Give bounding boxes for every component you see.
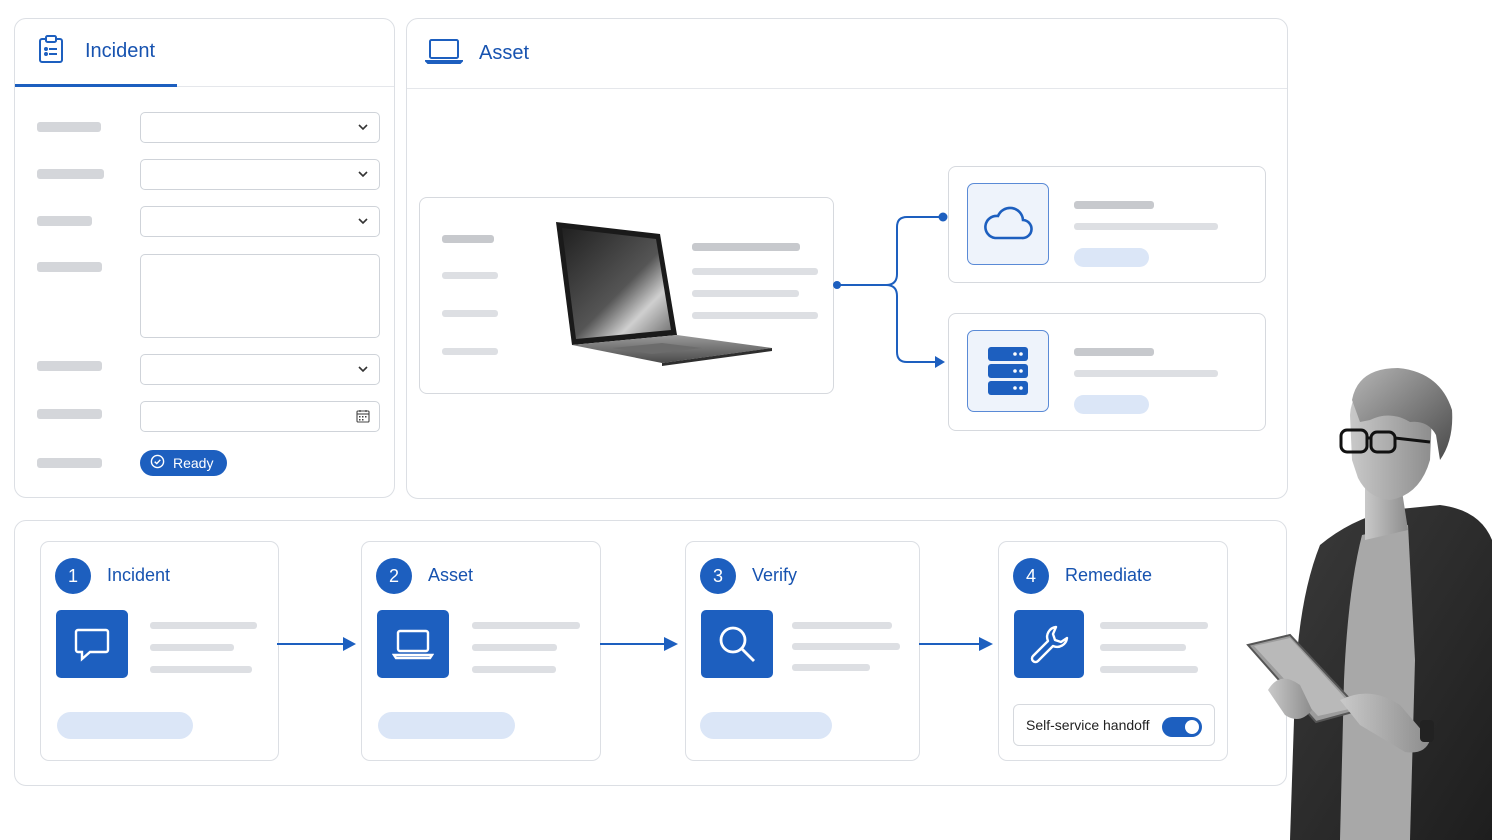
incident-date-field[interactable] — [140, 401, 380, 432]
self-service-handoff-toggle[interactable] — [1162, 717, 1202, 737]
text-placeholder — [692, 312, 818, 319]
chat-bubble-icon — [56, 610, 128, 678]
text-placeholder — [792, 664, 870, 671]
field-label-placeholder — [37, 169, 104, 179]
chevron-down-icon — [356, 119, 370, 140]
step-number: 4 — [1013, 558, 1049, 594]
tab-incident[interactable]: Incident — [15, 19, 177, 87]
text-placeholder — [1074, 223, 1218, 230]
text-placeholder — [150, 666, 252, 673]
toggle-label: Self-service handoff — [1026, 717, 1150, 733]
text-placeholder — [442, 235, 494, 243]
person-holding-tablet-photo — [1246, 368, 1492, 840]
check-circle-icon — [150, 454, 165, 472]
calendar-icon[interactable] — [356, 409, 370, 428]
step-number: 1 — [55, 558, 91, 594]
text-placeholder — [1100, 666, 1198, 673]
incident-tab-title: Incident — [85, 40, 156, 62]
step-title: Verify — [752, 565, 798, 585]
text-placeholder — [692, 243, 800, 251]
cloud-icon — [967, 183, 1049, 265]
text-placeholder — [442, 348, 498, 355]
device-card[interactable] — [419, 197, 834, 394]
action-placeholder — [700, 712, 832, 739]
tag-placeholder — [1074, 395, 1149, 414]
toggle-knob — [1185, 720, 1199, 734]
field-label-placeholder — [37, 262, 102, 272]
search-icon — [701, 610, 773, 678]
action-placeholder — [57, 712, 193, 739]
workflow-step-remediate[interactable]: 4 Remediate Self-service handoff — [998, 541, 1228, 761]
clipboard-icon — [37, 34, 65, 69]
text-placeholder — [1074, 201, 1154, 209]
incident-panel-header: Incident — [15, 19, 394, 87]
incident-select-2[interactable] — [140, 159, 380, 190]
field-label-placeholder — [37, 409, 102, 419]
text-placeholder — [692, 268, 818, 275]
text-placeholder — [472, 644, 557, 651]
status-badge: Ready — [140, 450, 227, 476]
incident-select-3[interactable] — [140, 206, 380, 237]
chevron-down-icon — [356, 166, 370, 187]
connector-lines — [833, 212, 948, 368]
incident-select-4[interactable] — [140, 354, 380, 385]
text-placeholder — [792, 622, 892, 629]
text-placeholder — [150, 644, 234, 651]
field-label-placeholder — [37, 122, 101, 132]
status-badge-label: Ready — [173, 455, 214, 471]
arrow-right-icon — [277, 637, 356, 651]
field-label-placeholder — [37, 216, 92, 226]
text-placeholder — [472, 666, 556, 673]
text-placeholder — [692, 290, 799, 297]
arrow-right-icon — [600, 637, 678, 651]
arrow-right-icon — [919, 637, 993, 651]
tag-placeholder — [1074, 248, 1149, 267]
cloud-asset-card[interactable] — [948, 166, 1266, 283]
chevron-down-icon — [356, 213, 370, 234]
step-title: Remediate — [1065, 565, 1153, 585]
server-icon — [967, 330, 1049, 412]
workflow-step-incident[interactable]: 1 Incident — [40, 541, 279, 761]
text-placeholder — [1074, 370, 1218, 377]
step-number: 2 — [376, 558, 412, 594]
text-placeholder — [442, 272, 498, 279]
laptop-icon — [377, 610, 449, 678]
asset-panel: Asset — [406, 18, 1288, 499]
workflow-step-verify[interactable]: 3 Verify — [685, 541, 920, 761]
server-asset-card[interactable] — [948, 313, 1266, 431]
wrench-icon — [1014, 610, 1084, 678]
workflow-panel: 1 Incident 2 Asset 3 Verify 4 Remediate … — [14, 520, 1287, 786]
text-placeholder — [442, 310, 498, 317]
self-service-handoff-row: Self-service handoff — [1013, 704, 1215, 746]
incident-panel: Incident Ready — [14, 18, 395, 498]
asset-panel-header: Asset — [407, 19, 1287, 89]
chevron-down-icon — [356, 361, 370, 382]
text-placeholder — [792, 643, 900, 650]
field-label-placeholder — [37, 361, 102, 371]
incident-description-textarea[interactable] — [140, 254, 380, 338]
text-placeholder — [1100, 622, 1208, 629]
action-placeholder — [378, 712, 515, 739]
text-placeholder — [472, 622, 580, 629]
laptop-icon — [423, 37, 465, 70]
text-placeholder — [1100, 644, 1186, 651]
asset-panel-title: Asset — [479, 42, 530, 64]
text-placeholder — [150, 622, 257, 629]
step-number: 3 — [700, 558, 736, 594]
step-title: Incident — [107, 565, 171, 585]
incident-select-1[interactable] — [140, 112, 380, 143]
step-title: Asset — [428, 565, 474, 585]
field-label-placeholder — [37, 458, 102, 468]
workflow-step-asset[interactable]: 2 Asset — [361, 541, 601, 761]
text-placeholder — [1074, 348, 1154, 356]
